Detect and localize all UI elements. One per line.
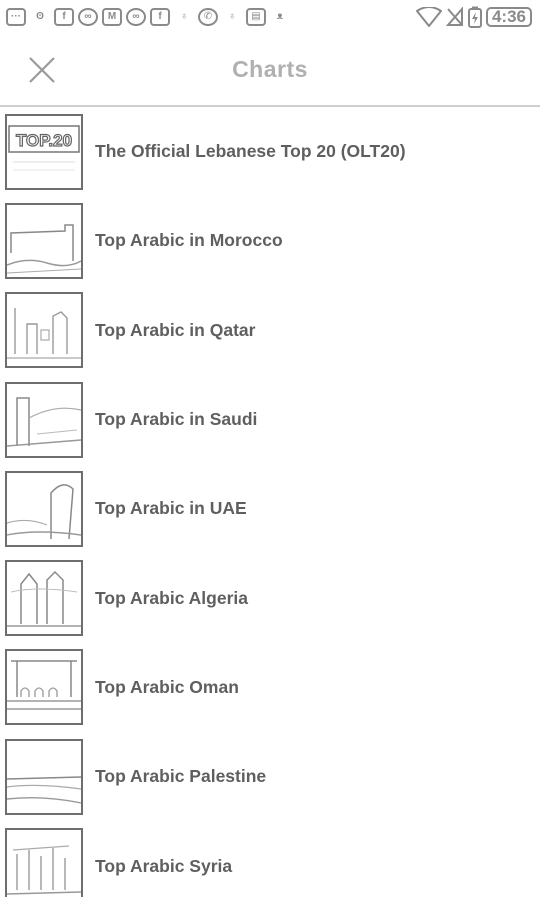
no-signal-icon: [445, 7, 463, 26]
page-title: Charts: [232, 56, 308, 82]
facebook-icon: f: [150, 8, 170, 26]
chart-item-label: Top Arabic Algeria: [95, 587, 248, 608]
system-icons: 4:36: [415, 6, 532, 28]
chart-item-algeria[interactable]: Top Arabic Algeria: [0, 553, 540, 642]
chart-item-uae[interactable]: Top Arabic in UAE: [0, 464, 540, 553]
chart-thumbnail-palestine: [5, 738, 83, 815]
battery-icon: [467, 6, 482, 28]
chart-item-label: Top Arabic Palestine: [95, 766, 267, 787]
snapchat-icon: ʘ: [36, 11, 44, 22]
chart-item-qatar[interactable]: Top Arabic in Qatar: [0, 286, 540, 375]
clock: 4:36: [485, 7, 532, 27]
chart-item-label: Top Arabic Syria: [95, 855, 233, 876]
bag-icon: ♁: [228, 11, 236, 22]
chart-thumbnail-qatar: [5, 292, 83, 369]
chart-thumbnail-syria: [5, 828, 83, 897]
top20-logo: TOP.20: [16, 131, 72, 150]
charts-list: TOP.20 The Official Lebanese Top 20 (OLT…: [0, 107, 540, 897]
notification-icons: ··· ʘ f ∞ M ∞ f ♁ ✆ ♁ ▤ ᴥ: [6, 8, 290, 26]
whatsapp-icon: ✆: [198, 8, 218, 26]
chart-item-label: Top Arabic Oman: [95, 676, 239, 697]
chart-item-label: Top Arabic in Saudi: [95, 409, 258, 430]
app-header: Charts: [0, 34, 540, 107]
chart-thumbnail-saudi: [5, 381, 83, 458]
messages-icon: ···: [6, 8, 26, 26]
chart-item-saudi[interactable]: Top Arabic in Saudi: [0, 375, 540, 464]
gmail-icon: M: [102, 8, 122, 26]
chart-item-label: The Official Lebanese Top 20 (OLT20): [95, 141, 406, 162]
sim-icon: ▤: [246, 8, 266, 26]
wifi-icon: [415, 7, 442, 27]
chart-thumbnail-uae: [5, 470, 83, 547]
status-bar: ··· ʘ f ∞ M ∞ f ♁ ✆ ♁ ▤ ᴥ 4:36: [0, 0, 540, 34]
chart-item-oman[interactable]: Top Arabic Oman: [0, 643, 540, 732]
chart-thumbnail-morocco: [5, 202, 83, 279]
cat-icon: ᴥ: [276, 11, 284, 22]
chart-item-olt20[interactable]: TOP.20 The Official Lebanese Top 20 (OLT…: [0, 107, 540, 196]
sound-icon: ∞: [78, 8, 98, 26]
chart-thumbnail-top20: TOP.20: [5, 113, 83, 190]
chart-thumbnail-oman: [5, 649, 83, 726]
chart-item-morocco[interactable]: Top Arabic in Morocco: [0, 196, 540, 285]
chart-item-palestine[interactable]: Top Arabic Palestine: [0, 732, 540, 821]
bag-icon: ♁: [180, 11, 188, 22]
sound-icon: ∞: [126, 8, 146, 26]
chart-item-label: Top Arabic in Qatar: [95, 319, 256, 340]
facebook-icon: f: [54, 8, 74, 26]
chart-item-label: Top Arabic in Morocco: [95, 230, 283, 251]
chart-thumbnail-algeria: [5, 560, 83, 637]
chart-item-label: Top Arabic in UAE: [95, 498, 247, 519]
chart-item-syria[interactable]: Top Arabic Syria: [0, 821, 540, 897]
